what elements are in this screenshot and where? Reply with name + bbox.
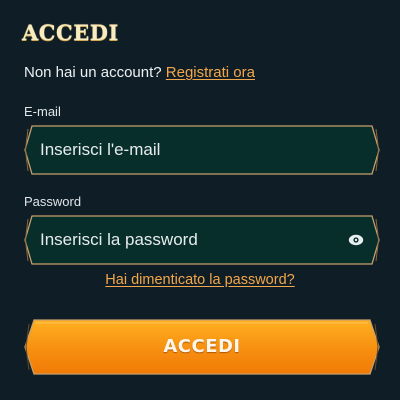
email-label: E-mail	[24, 104, 61, 119]
login-button-label: ACCEDI	[163, 336, 241, 357]
password-input[interactable]	[38, 215, 340, 265]
password-label: Password	[24, 194, 82, 209]
signup-prompt-text: Non hai un account?	[24, 64, 162, 81]
eye-icon[interactable]	[348, 233, 364, 247]
signup-prompt-line: Non hai un account? Registrati ora	[24, 64, 255, 81]
forgot-password-row: Hai dimenticato la password?	[0, 272, 400, 288]
page-title: ACCEDI	[22, 20, 119, 45]
forgot-password-link[interactable]: Hai dimenticato la password?	[105, 272, 294, 288]
password-field-container[interactable]	[24, 215, 380, 265]
email-input[interactable]	[38, 125, 340, 175]
email-field-container[interactable]	[24, 125, 380, 175]
register-link[interactable]: Registrati ora	[166, 64, 255, 81]
login-button[interactable]: ACCEDI	[24, 319, 380, 375]
